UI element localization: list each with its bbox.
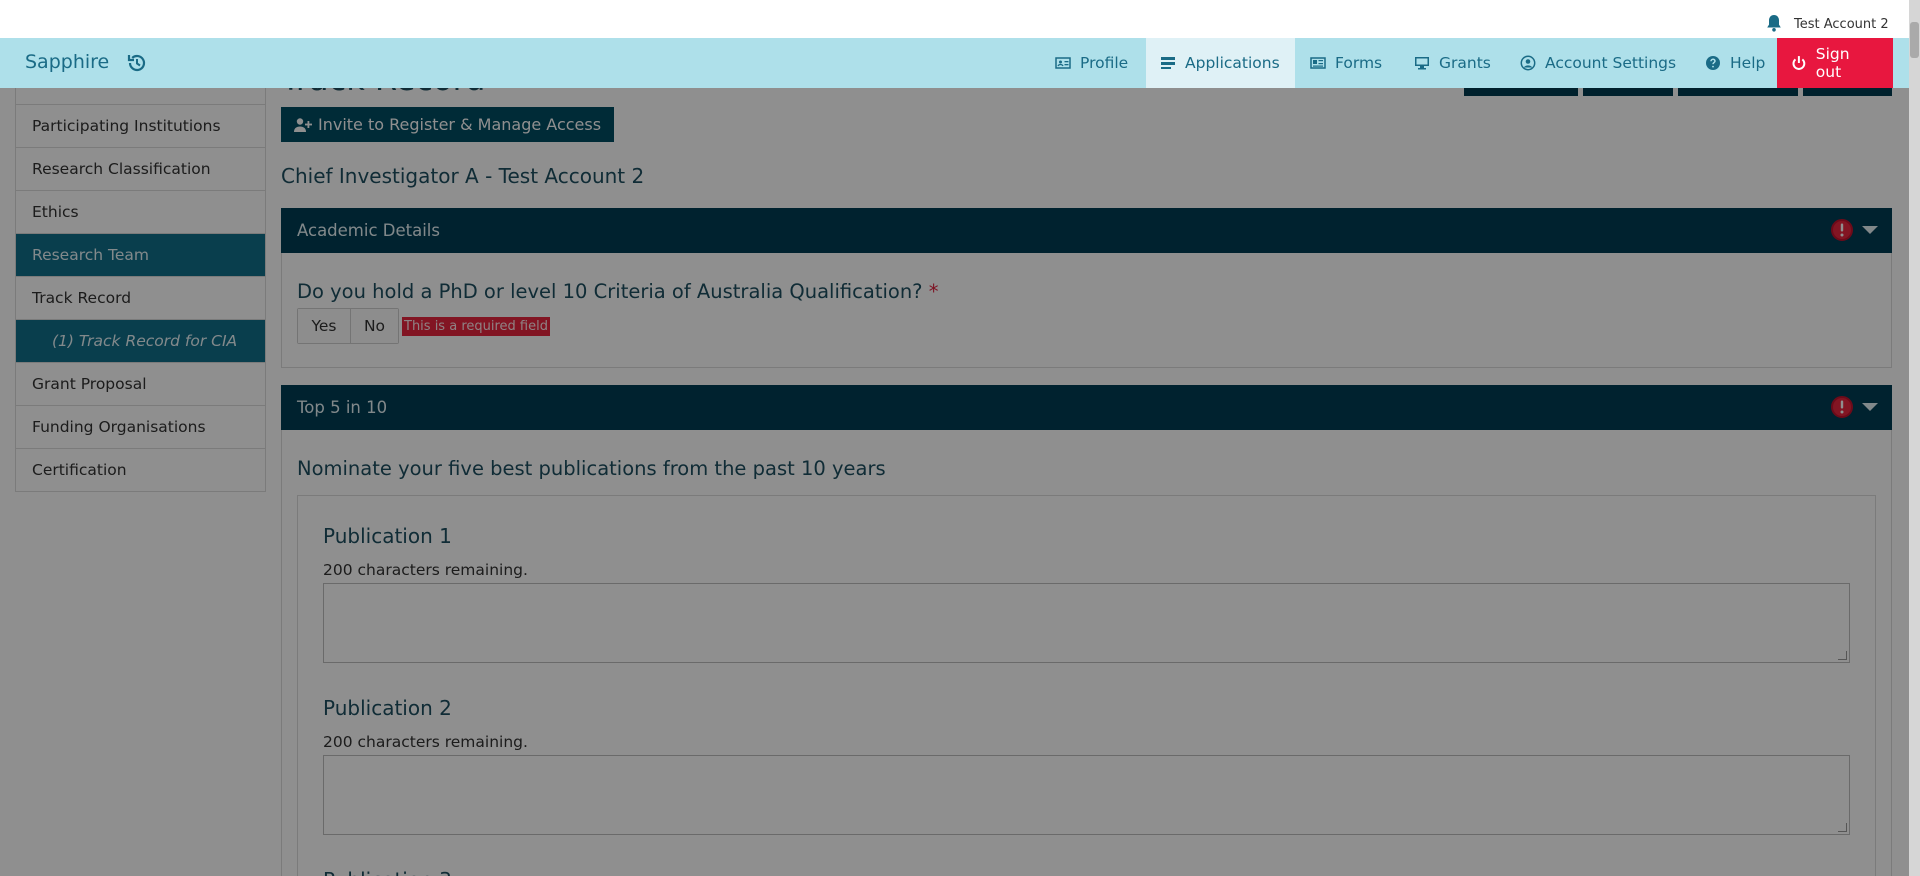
section-sidebar: Participating Institutions Research Clas… [15, 88, 266, 492]
history-icon[interactable] [126, 52, 148, 74]
phd-question: Do you hold a PhD or level 10 Criteria o… [297, 280, 939, 303]
nav-grants-label: Grants [1439, 54, 1491, 72]
sidebar-item-track-record-cia[interactable]: (1) Track Record for CIA [16, 319, 265, 362]
sidebar-item-participating-institutions[interactable]: Participating Institutions [16, 104, 265, 147]
sidebar-item-certification[interactable]: Certification [16, 448, 265, 491]
sidebar-item-funding-organisations[interactable]: Funding Organisations [16, 405, 265, 448]
nav-forms[interactable]: Forms [1296, 38, 1396, 88]
publication-2-title: Publication 2 [323, 696, 452, 720]
user-circle-icon [1520, 55, 1536, 71]
main-navbar: Sapphire Profile Applications Forms Gran… [0, 38, 1920, 88]
publication-2-textarea[interactable] [323, 755, 1850, 835]
no-button[interactable]: No [350, 309, 398, 343]
desktop-icon [1415, 57, 1429, 70]
phd-question-text: Do you hold a PhD or level 10 Criteria o… [297, 280, 923, 303]
chevron-down-icon[interactable] [1862, 403, 1878, 411]
newspaper-icon [1310, 57, 1326, 69]
account-name[interactable]: Test Account 2 [1794, 17, 1889, 32]
alert-icon [1831, 396, 1853, 418]
chevron-down-icon[interactable] [1862, 226, 1878, 234]
publication-2-remaining: 200 characters remaining. [323, 733, 528, 751]
investigator-title: Chief Investigator A - Test Account 2 [281, 164, 645, 188]
user-plus-icon [294, 117, 312, 132]
top-5-title: Top 5 in 10 [297, 398, 388, 417]
required-field-error: This is a required field [402, 317, 550, 336]
sidebar-item-partial[interactable] [16, 88, 265, 104]
scrollbar-thumb[interactable] [1910, 22, 1919, 58]
sidebar-item-research-team[interactable]: Research Team [16, 233, 265, 276]
bell-icon[interactable] [1764, 13, 1784, 33]
sidebar-item-track-record[interactable]: Track Record [16, 276, 265, 319]
academic-details-body [281, 253, 1892, 368]
publication-1-textarea[interactable] [323, 583, 1850, 663]
publication-1-remaining: 200 characters remaining. [323, 561, 528, 579]
alert-icon [1831, 219, 1853, 241]
invite-button-label: Invite to Register & Manage Access [318, 115, 602, 134]
question-circle-icon [1706, 56, 1720, 70]
yes-button[interactable]: Yes [298, 309, 350, 343]
nav-profile-label: Profile [1080, 54, 1129, 72]
nominate-prompt: Nominate your five best publications fro… [297, 457, 886, 480]
nav-help-label: Help [1730, 54, 1766, 72]
publication-1-title: Publication 1 [323, 524, 452, 548]
nav-grants[interactable]: Grants [1400, 38, 1505, 88]
sign-out-label: Sign out [1815, 45, 1850, 81]
nav-help[interactable]: Help [1691, 38, 1779, 88]
nav-applications[interactable]: Applications [1146, 38, 1295, 88]
power-icon [1792, 56, 1806, 70]
academic-details-header[interactable]: Academic Details [281, 208, 1892, 253]
yes-no-toggle: Yes No [297, 308, 399, 344]
sign-out-button[interactable]: Sign out [1777, 38, 1893, 88]
brand-name[interactable]: Sapphire [25, 51, 109, 73]
invite-button[interactable]: Invite to Register & Manage Access [281, 107, 615, 142]
required-marker: * [928, 280, 939, 303]
publication-3-title: Publication 3 [323, 868, 452, 876]
utility-bar: Test Account 2 [0, 0, 1920, 38]
academic-details-title: Academic Details [297, 221, 440, 240]
sidebar-item-research-classification[interactable]: Research Classification [16, 147, 265, 190]
list-icon [1161, 57, 1175, 69]
nav-applications-label: Applications [1185, 54, 1280, 72]
nav-account-settings-label: Account Settings [1545, 54, 1677, 72]
nav-account-settings[interactable]: Account Settings [1506, 38, 1690, 88]
id-card-icon [1055, 57, 1071, 69]
nav-profile[interactable]: Profile [1041, 38, 1142, 88]
sidebar-item-ethics[interactable]: Ethics [16, 190, 265, 233]
top-5-header[interactable]: Top 5 in 10 [281, 385, 1892, 430]
sidebar-item-grant-proposal[interactable]: Grant Proposal [16, 362, 265, 405]
page-scrollbar[interactable] [1909, 0, 1920, 876]
page-content: Participating Institutions Research Clas… [0, 60, 1920, 876]
nav-forms-label: Forms [1335, 54, 1383, 72]
